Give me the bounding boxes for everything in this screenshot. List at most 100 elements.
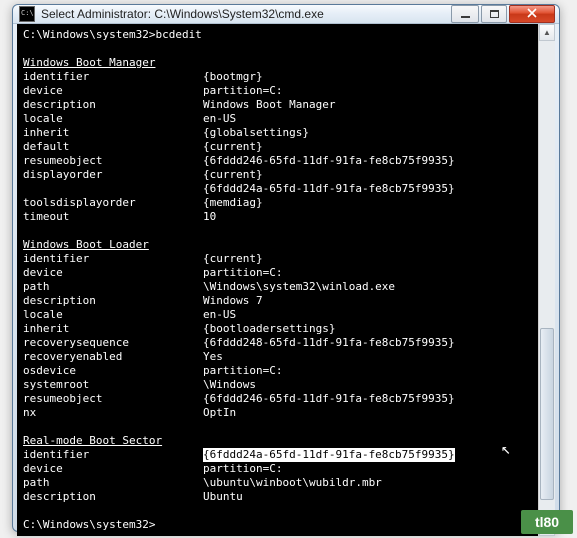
row-value: Yes <box>203 350 223 364</box>
output-row: default{current} <box>23 140 532 154</box>
prompt-final: C:\Windows\system32> <box>23 518 155 531</box>
output-row: descriptionUbuntu <box>23 490 532 504</box>
row-key: device <box>23 84 203 98</box>
row-key: description <box>23 98 203 112</box>
output-row: devicepartition=C: <box>23 266 532 280</box>
output-row: identifier{bootmgr} <box>23 70 532 84</box>
cmd-icon <box>19 6 35 22</box>
minimize-button[interactable] <box>451 5 479 23</box>
row-value: {globalsettings} <box>203 126 309 140</box>
row-key: recoveryenabled <box>23 350 203 364</box>
window-title: Select Administrator: C:\Windows\System3… <box>41 7 451 21</box>
output-row: devicepartition=C: <box>23 462 532 476</box>
row-value: Ubuntu <box>203 490 243 504</box>
output-row: osdevicepartition=C: <box>23 364 532 378</box>
row-key: inherit <box>23 322 203 336</box>
row-key: locale <box>23 308 203 322</box>
row-key: nx <box>23 406 203 420</box>
output-row: devicepartition=C: <box>23 84 532 98</box>
section-boot-loader-title: Windows Boot Loader <box>23 238 149 251</box>
row-key: resumeobject <box>23 392 203 406</box>
row-value: {6fddd246-65fd-11df-91fa-fe8cb75f9935} <box>203 392 455 406</box>
output-row: path\Windows\system32\winload.exe <box>23 280 532 294</box>
maximize-button[interactable] <box>481 5 507 23</box>
row-key: systemroot <box>23 378 203 392</box>
prompt-line: C:\Windows\system32>bcdedit <box>23 28 202 41</box>
row-value: partition=C: <box>203 84 282 98</box>
row-value: 10 <box>203 210 216 224</box>
row-value: partition=C: <box>203 462 282 476</box>
section-boot-manager-title: Windows Boot Manager <box>23 56 155 69</box>
output-row: identifier{current} <box>23 252 532 266</box>
output-row: resumeobject{6fddd246-65fd-11df-91fa-fe8… <box>23 154 532 168</box>
section-boot-manager: identifier{bootmgr}devicepartition=C:des… <box>23 70 532 224</box>
row-value: {6fddd248-65fd-11df-91fa-fe8cb75f9935} <box>203 336 455 350</box>
console-output[interactable]: C:\Windows\system32>bcdedit Windows Boot… <box>17 24 538 536</box>
row-value: {6fddd246-65fd-11df-91fa-fe8cb75f9935} <box>203 154 455 168</box>
output-row: descriptionWindows 7 <box>23 294 532 308</box>
output-row: displayorder{current} <box>23 168 532 182</box>
close-button[interactable] <box>509 5 555 23</box>
output-row: nxOptIn <box>23 406 532 420</box>
row-key: identifier <box>23 252 203 266</box>
window-controls <box>451 5 555 23</box>
row-value: {current} <box>203 252 263 266</box>
row-key: identifier <box>23 448 203 462</box>
output-row: recoverysequence{6fddd248-65fd-11df-91fa… <box>23 336 532 350</box>
row-key: description <box>23 294 203 308</box>
output-row: path\ubuntu\winboot\wubildr.mbr <box>23 476 532 490</box>
row-value: partition=C: <box>203 364 282 378</box>
close-icon <box>527 8 537 21</box>
row-key: inherit <box>23 126 203 140</box>
row-key: locale <box>23 112 203 126</box>
row-key: device <box>23 462 203 476</box>
output-row: {6fddd24a-65fd-11df-91fa-fe8cb75f9935} <box>23 182 532 196</box>
row-value: \Windows <box>203 378 256 392</box>
maximize-icon <box>490 10 499 18</box>
output-row: recoveryenabledYes <box>23 350 532 364</box>
row-key: toolsdisplayorder <box>23 196 203 210</box>
row-key: timeout <box>23 210 203 224</box>
row-value: {6fddd24a-65fd-11df-91fa-fe8cb75f9935} <box>203 182 455 196</box>
row-key: device <box>23 266 203 280</box>
output-row: resumeobject{6fddd246-65fd-11df-91fa-fe8… <box>23 392 532 406</box>
row-value: en-US <box>203 112 236 126</box>
row-key: displayorder <box>23 168 203 182</box>
row-key: path <box>23 280 203 294</box>
row-value: {bootmgr} <box>203 70 263 84</box>
command-prompt-window: Select Administrator: C:\Windows\System3… <box>12 4 560 532</box>
scroll-track[interactable] <box>539 41 555 519</box>
row-key: path <box>23 476 203 490</box>
output-row: timeout10 <box>23 210 532 224</box>
row-value-selected: {6fddd24a-65fd-11df-91fa-fe8cb75f9935} <box>203 448 455 462</box>
minimize-icon <box>461 16 470 18</box>
row-value: {current} <box>203 140 263 154</box>
row-value: \ubuntu\winboot\wubildr.mbr <box>203 476 382 490</box>
output-row: toolsdisplayorder{memdiag} <box>23 196 532 210</box>
output-row: localeen-US <box>23 308 532 322</box>
output-row: inherit{globalsettings} <box>23 126 532 140</box>
row-value: {current} <box>203 168 263 182</box>
titlebar[interactable]: Select Administrator: C:\Windows\System3… <box>13 5 559 24</box>
row-value: {memdiag} <box>203 196 263 210</box>
section-realmode: identifier{6fddd24a-65fd-11df-91fa-fe8cb… <box>23 448 532 504</box>
row-value: \Windows\system32\winload.exe <box>203 280 395 294</box>
output-row: localeen-US <box>23 112 532 126</box>
row-value: partition=C: <box>203 266 282 280</box>
output-row: descriptionWindows Boot Manager <box>23 98 532 112</box>
client-area: C:\Windows\system32>bcdedit Windows Boot… <box>17 24 555 536</box>
section-boot-loader: identifier{current}devicepartition=C:pat… <box>23 252 532 420</box>
row-value: Windows 7 <box>203 294 263 308</box>
row-key: osdevice <box>23 364 203 378</box>
output-row: systemroot\Windows <box>23 378 532 392</box>
scroll-up-button[interactable]: ▲ <box>539 24 555 41</box>
row-key: identifier <box>23 70 203 84</box>
row-key: resumeobject <box>23 154 203 168</box>
vertical-scrollbar[interactable]: ▲ ▼ <box>538 24 555 536</box>
row-key: default <box>23 140 203 154</box>
section-realmode-title: Real-mode Boot Sector <box>23 434 162 447</box>
row-key: description <box>23 490 203 504</box>
row-value: OptIn <box>203 406 236 420</box>
output-row: inherit{bootloadersettings} <box>23 322 532 336</box>
scroll-thumb[interactable] <box>540 328 554 500</box>
